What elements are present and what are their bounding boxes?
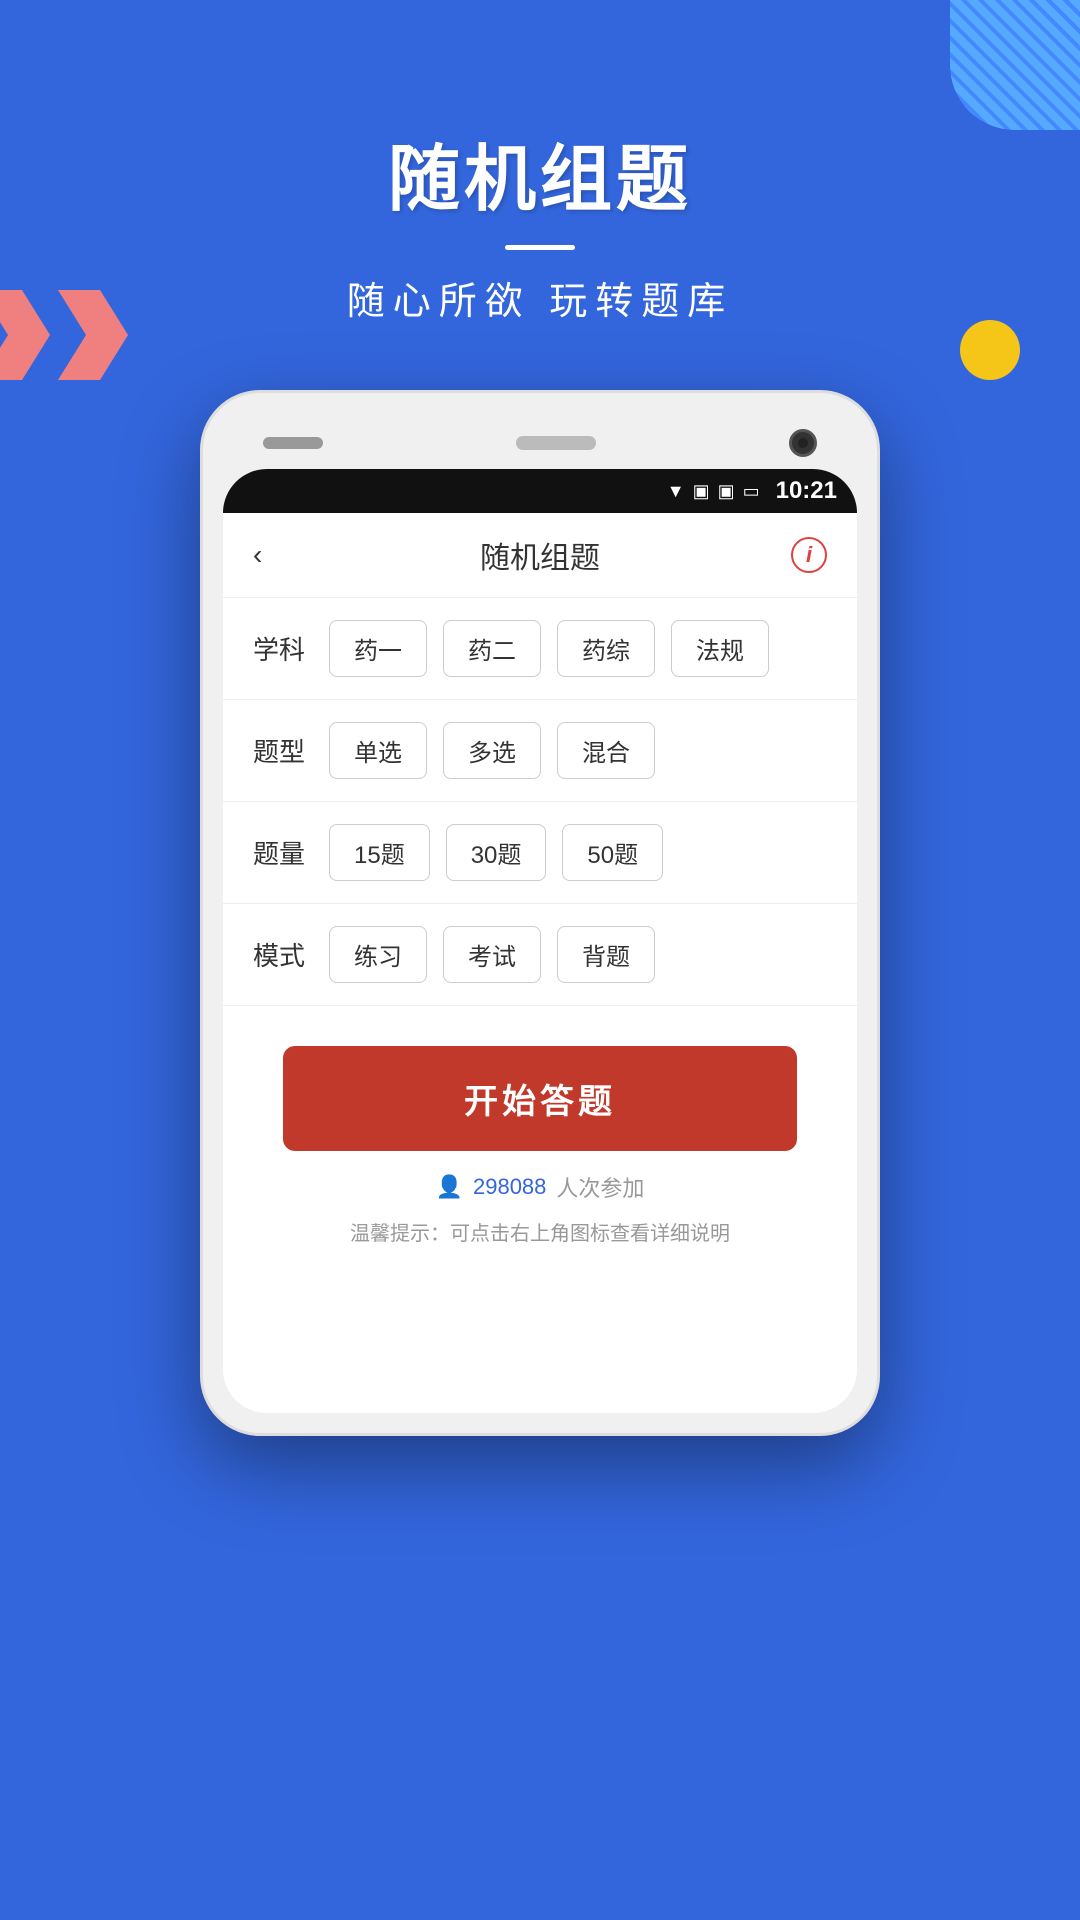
phone-camera [789, 429, 817, 457]
participants-suffix: 人次参加 [556, 1171, 644, 1203]
bg-stripes-decoration [950, 0, 1080, 130]
phone-screen: ▼ ▣ ▣ ▭ 10:21 ‹ 随机组题 i 学科 药一 药二 [223, 469, 857, 1413]
subject-yaoy2-btn[interactable]: 药二 [443, 620, 541, 677]
battery-icon: ▭ [743, 481, 760, 502]
phone-earpiece [516, 436, 596, 450]
count-15-btn[interactable]: 15题 [329, 824, 430, 881]
hero-subtitle: 随心所欲 玩转题库 [0, 270, 1080, 325]
count-filter-row: 题量 15题 30题 50题 [223, 802, 857, 904]
participants-icon: 👤 [436, 1174, 463, 1200]
bg-circle-decoration [960, 320, 1020, 380]
phone-mockup: ▼ ▣ ▣ ▭ 10:21 ‹ 随机组题 i 学科 药一 药二 [200, 390, 880, 1436]
start-area: 开始答题 👤 298088 人次参加 温馨提示：可点击右上角图标查看详细说明 [223, 1006, 857, 1266]
subject-yaoy1-btn[interactable]: 药一 [329, 620, 427, 677]
start-button[interactable]: 开始答题 [283, 1046, 797, 1151]
subject-yaozong-btn[interactable]: 药综 [557, 620, 655, 677]
hero-title: 随机组题 [0, 120, 1080, 225]
phone-frame: ▼ ▣ ▣ ▭ 10:21 ‹ 随机组题 i 学科 药一 药二 [200, 390, 880, 1436]
count-30-btn[interactable]: 30题 [446, 824, 547, 881]
mode-filter-row: 模式 练习 考试 背题 [223, 904, 857, 1006]
participants-info: 👤 298088 人次参加 [283, 1171, 797, 1203]
type-label: 题型 [253, 732, 313, 769]
mode-practice-btn[interactable]: 练习 [329, 926, 427, 983]
phone-speaker [263, 437, 323, 449]
count-50-btn[interactable]: 50题 [562, 824, 663, 881]
type-multi-btn[interactable]: 多选 [443, 722, 541, 779]
type-mixed-btn[interactable]: 混合 [557, 722, 655, 779]
mode-exam-btn[interactable]: 考试 [443, 926, 541, 983]
wifi-icon: ▼ [667, 481, 685, 502]
participants-count: 298088 [473, 1174, 546, 1200]
subject-label: 学科 [253, 630, 313, 667]
subject-fagui-btn[interactable]: 法规 [671, 620, 769, 677]
status-bar: ▼ ▣ ▣ ▭ 10:21 [223, 469, 857, 513]
mode-label: 模式 [253, 936, 313, 973]
hint-text: 温馨提示：可点击右上角图标查看详细说明 [283, 1217, 797, 1246]
status-time: 10:21 [776, 477, 837, 505]
nav-bar: ‹ 随机组题 i [223, 513, 857, 598]
phone-top-bar [223, 413, 857, 469]
type-single-btn[interactable]: 单选 [329, 722, 427, 779]
nav-title: 随机组题 [480, 533, 600, 577]
count-label: 题量 [253, 834, 313, 871]
signal-icon: ▣ [693, 481, 710, 502]
hero-divider [505, 245, 575, 250]
app-content: ‹ 随机组题 i 学科 药一 药二 药综 法规 题型 单选 多选 混 [223, 513, 857, 1413]
mode-recite-btn[interactable]: 背题 [557, 926, 655, 983]
type-filter-row: 题型 单选 多选 混合 [223, 700, 857, 802]
subject-filter-row: 学科 药一 药二 药综 法规 [223, 598, 857, 700]
hero-section: 随机组题 随心所欲 玩转题库 [0, 120, 1080, 325]
signal2-icon: ▣ [718, 481, 735, 502]
back-button[interactable]: ‹ [253, 539, 262, 571]
info-button[interactable]: i [791, 537, 827, 573]
